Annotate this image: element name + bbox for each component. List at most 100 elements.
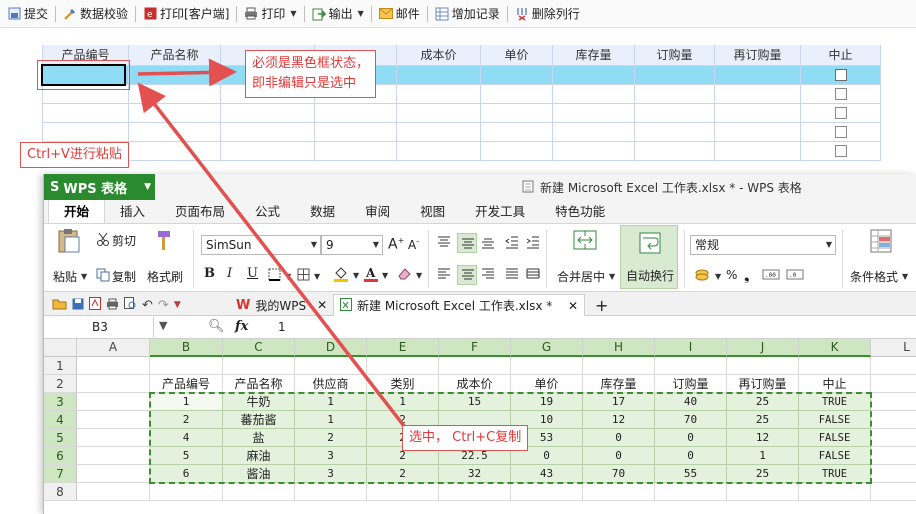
customize-toolbar-icon[interactable]: ▼ [174,300,181,310]
host-grid-cell[interactable] [552,83,635,104]
sheet-cell[interactable] [223,357,295,375]
column-header-a[interactable]: A [77,339,150,357]
data-cell[interactable]: 牛奶 [223,393,295,411]
data-cell[interactable]: 17 [583,393,655,411]
data-cell[interactable]: 40 [655,393,727,411]
discontinued-cell[interactable] [800,140,881,161]
discontinued-checkbox[interactable] [834,68,847,81]
sheet-cell[interactable] [150,357,223,375]
data-cell[interactable]: 5 [150,447,223,465]
data-cell[interactable]: 1 [295,393,367,411]
font-name-select[interactable]: SimSun ▼ [201,235,321,255]
data-cell[interactable]: 1 [150,393,223,411]
data-cell[interactable]: 25 [727,465,799,483]
row-header-2[interactable]: 2 [44,375,77,393]
sheet-cell[interactable] [77,375,150,393]
discontinued-checkbox[interactable] [834,87,847,100]
format-painter-icon[interactable] [154,230,172,252]
sheet-cell[interactable] [77,411,150,429]
decrease-decimal-button[interactable]: .0 [786,268,804,284]
open-folder-icon[interactable] [52,298,67,313]
data-cell[interactable]: 32 [439,465,511,483]
print-button[interactable]: 打印 ▼ [239,3,301,25]
name-box[interactable]: B3 [44,317,154,337]
select-all-corner[interactable] [44,339,77,357]
tab-workbook[interactable]: 新建 Microsoft Excel 工作表.xlsx * ✕ [333,294,585,316]
sheet-cell[interactable] [367,483,439,501]
align-top-button[interactable] [437,236,451,252]
tab-data[interactable]: 数据 [295,201,350,223]
sheet-cell[interactable] [150,483,223,501]
host-grid-cell[interactable] [714,102,801,123]
row-header-1[interactable]: 1 [44,357,77,375]
sheet-cell[interactable] [439,357,511,375]
sheet-cell[interactable] [77,465,150,483]
data-cell[interactable]: 70 [655,411,727,429]
align-bottom-button[interactable] [481,236,495,252]
data-cell[interactable]: 6 [150,465,223,483]
discontinued-cell[interactable] [800,102,881,123]
discontinued-checkbox[interactable] [834,125,847,138]
header-cell[interactable]: 库存量 [583,375,655,393]
decrease-font-button[interactable]: A- [408,237,419,252]
decrease-indent-button[interactable] [505,236,519,252]
column-header-h[interactable]: H [583,339,655,357]
bold-button[interactable]: B [204,266,215,281]
host-grid-cell[interactable] [634,64,715,85]
data-cell[interactable]: FALSE [799,429,871,447]
host-grid-cell[interactable] [714,140,801,161]
data-cell[interactable]: 1 [727,447,799,465]
data-cell[interactable]: FALSE [799,447,871,465]
column-header-d[interactable]: D [295,339,367,357]
host-col-header[interactable]: 中止 [800,45,881,66]
host-grid-cell[interactable] [552,102,635,123]
align-center-button[interactable] [457,265,477,285]
sheet-cell[interactable] [727,357,799,375]
host-grid-cell[interactable] [634,102,715,123]
host-grid-cell[interactable] [220,121,315,142]
sheet-cell[interactable] [871,429,916,447]
data-cell[interactable]: 12 [727,429,799,447]
row-header-7[interactable]: 7 [44,465,77,483]
data-cell[interactable]: 0 [655,447,727,465]
sheet-cell[interactable] [871,465,916,483]
justify-button[interactable] [505,268,519,284]
host-grid-cell[interactable] [396,83,481,104]
host-grid-row[interactable] [42,102,881,123]
data-cell[interactable]: 麻油 [223,447,295,465]
undo-icon[interactable]: ↶ [142,298,153,313]
column-header-g[interactable]: G [511,339,583,357]
validate-button[interactable]: 数据校验 [58,3,133,25]
column-header-c[interactable]: C [223,339,295,357]
data-cell[interactable]: 0 [583,429,655,447]
header-cell[interactable]: 产品名称 [223,375,295,393]
column-header-f[interactable]: F [439,339,511,357]
tab-page-layout[interactable]: 页面布局 [160,201,240,223]
wps-app-menu[interactable]: S WPS 表格 ▼ [44,174,155,200]
column-header-k[interactable]: K [799,339,871,357]
percent-button[interactable]: % [726,268,737,282]
host-grid-cell[interactable] [480,102,553,123]
host-grid-cell[interactable] [128,64,221,85]
data-cell[interactable]: 55 [655,465,727,483]
sheet-cell[interactable] [655,357,727,375]
close-icon[interactable]: ✕ [317,298,327,312]
header-cell[interactable]: 再订购量 [727,375,799,393]
sheet-cell[interactable] [439,483,511,501]
paste-icon[interactable] [54,228,82,254]
host-grid-cell[interactable] [634,83,715,104]
host-grid-cell[interactable] [128,83,221,104]
sheet-cell[interactable] [77,483,150,501]
client-print-button[interactable]: e 打印[客户端] [138,3,234,25]
copy-button[interactable]: 复制 [96,268,136,285]
sheet-cell[interactable] [295,483,367,501]
row-header-4[interactable]: 4 [44,411,77,429]
discontinued-checkbox[interactable] [834,144,847,157]
italic-button[interactable]: I [227,266,232,281]
host-col-header[interactable]: 单价 [480,45,553,66]
row-header-8[interactable]: 8 [44,483,77,501]
host-grid-cell[interactable] [714,64,801,85]
host-grid-cell[interactable] [552,121,635,142]
paste-button[interactable]: 粘贴 ▼ [53,268,87,285]
increase-indent-button[interactable] [526,236,540,252]
